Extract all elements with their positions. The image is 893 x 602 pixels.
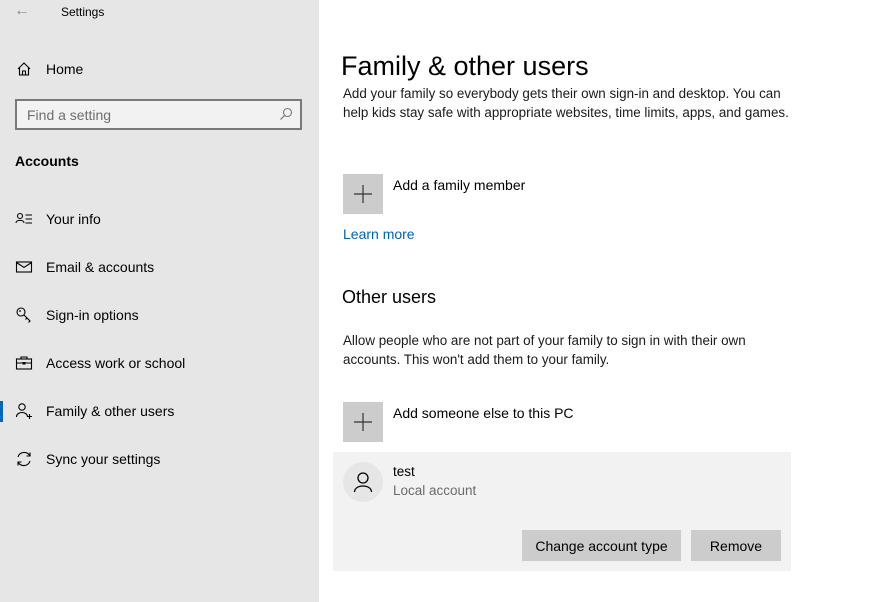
key-icon <box>15 306 33 324</box>
sidebar-item-sign-in-options[interactable]: Sign-in options <box>0 297 319 333</box>
sidebar: ← Settings Home Find a setting Accounts … <box>0 0 319 602</box>
add-someone-else-button[interactable] <box>343 402 383 442</box>
remove-button[interactable]: Remove <box>691 530 781 561</box>
mail-icon <box>15 258 33 276</box>
page-title: Family & other users <box>341 51 589 81</box>
sidebar-item-access-work-school[interactable]: Access work or school <box>0 345 319 381</box>
section-title: Accounts <box>15 153 79 169</box>
other-users-heading: Other users <box>342 287 437 307</box>
add-family-member-button[interactable] <box>343 174 383 214</box>
sidebar-item-label: Email & accounts <box>46 259 155 275</box>
briefcase-icon <box>15 354 33 372</box>
sidebar-item-label: Access work or school <box>46 355 186 371</box>
home-link[interactable]: Home <box>16 58 83 80</box>
sidebar-item-email-accounts[interactable]: Email & accounts <box>0 249 319 285</box>
sidebar-item-family-other-users[interactable]: Family & other users <box>0 393 319 429</box>
search-icon[interactable] <box>279 107 293 121</box>
sidebar-item-label: Your info <box>46 211 101 227</box>
avatar <box>343 462 383 502</box>
back-arrow-icon[interactable]: ← <box>14 2 30 20</box>
user-account-type: Local account <box>393 483 477 498</box>
add-someone-else-label[interactable]: Add someone else to this PC <box>393 405 574 421</box>
other-users-description: Allow people who are not part of your fa… <box>343 333 746 367</box>
search-placeholder: Find a setting <box>27 107 112 123</box>
add-family-member-label[interactable]: Add a family member <box>393 177 525 193</box>
selected-indicator <box>0 401 3 422</box>
person-add-icon <box>15 402 33 420</box>
sidebar-item-your-info[interactable]: Your info <box>0 201 319 237</box>
learn-more-link[interactable]: Learn more <box>343 226 415 242</box>
title-bar: ← Settings <box>0 0 319 26</box>
family-description: Add your family so everybody gets their … <box>343 86 789 120</box>
sync-icon <box>15 450 33 468</box>
change-account-type-button[interactable]: Change account type <box>522 530 681 561</box>
person-icon <box>353 472 373 493</box>
app-title: Settings <box>61 5 105 19</box>
search-input[interactable]: Find a setting <box>15 99 302 130</box>
your-info-icon <box>15 210 33 228</box>
sidebar-item-label: Sync your settings <box>46 451 161 467</box>
sidebar-item-label: Sign-in options <box>46 307 139 323</box>
user-card[interactable]: test Local account Change account type R… <box>333 452 791 571</box>
sidebar-item-sync-settings[interactable]: Sync your settings <box>0 441 319 477</box>
main-content: Family & other users Add your family so … <box>319 0 893 602</box>
user-name: test <box>393 464 415 479</box>
home-icon <box>17 62 31 76</box>
home-label: Home <box>46 61 84 77</box>
plus-icon <box>354 185 372 203</box>
plus-icon <box>354 413 372 431</box>
sidebar-item-label: Family & other users <box>46 403 175 419</box>
